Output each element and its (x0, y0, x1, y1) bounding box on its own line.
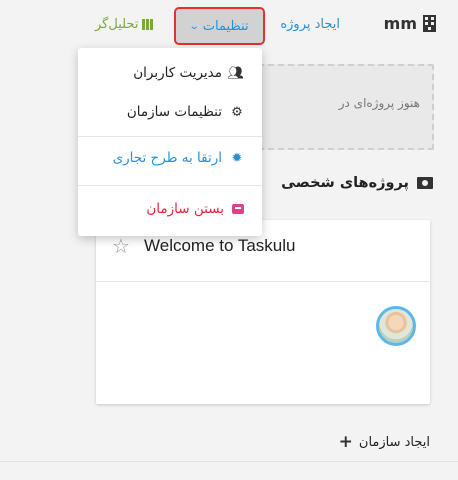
project-title[interactable]: Welcome to Taskulu (144, 236, 296, 256)
create-organization-label: ایجاد سازمان (358, 434, 430, 450)
create-organization-button[interactable]: ایجاد سازمان + (339, 432, 430, 452)
star-icon[interactable]: ☆ (112, 234, 130, 258)
chevron-down-icon: ⌄ (189, 20, 201, 32)
archive-box-icon (232, 204, 244, 214)
divider (0, 461, 458, 462)
organization-brand[interactable]: mm (384, 14, 436, 33)
settings-dropdown-button[interactable]: تنظیمات ⌄ (176, 9, 263, 43)
menu-item-label: ارتقا به طرح تجاری (112, 150, 222, 166)
personal-projects-heading: پروژه‌های شخصی (281, 175, 433, 191)
menu-divider (78, 185, 262, 186)
create-project-link[interactable]: ایجاد پروژه (280, 17, 340, 32)
badge-icon: ✹ (231, 150, 243, 166)
section-title: پروژه‌های شخصی (281, 175, 409, 191)
settings-label: تنظیمات (202, 18, 249, 34)
menu-item-label: مدیریت کاربران (133, 65, 222, 81)
analyst-link[interactable]: تحلیل‌گر (95, 17, 154, 32)
card-divider (96, 281, 430, 282)
menu-item-close-organization[interactable]: بستن سازمان (146, 201, 244, 217)
project-card[interactable]: ☆ Welcome to Taskulu (96, 220, 430, 404)
menu-item-upgrade[interactable]: ✹ ارتقا به طرح تجاری (113, 150, 244, 166)
empty-projects-text: هنوز پروژه‌ای در (338, 96, 420, 110)
menu-divider (78, 136, 262, 137)
empty-projects-placeholder: هنوز پروژه‌ای در (238, 64, 434, 150)
organization-name: mm (383, 14, 417, 33)
gears-icon: ⚙ (231, 104, 243, 120)
analyst-label: تحلیل‌گر (95, 17, 139, 32)
avatar[interactable] (376, 306, 416, 346)
building-icon (423, 15, 436, 32)
menu-item-organization-settings[interactable]: ⚙ تنظیمات سازمان (127, 104, 244, 120)
folder-user-icon (417, 177, 433, 189)
books-icon (142, 19, 154, 30)
menu-item-user-management[interactable]: 👥︎ مدیریت کاربران (133, 65, 244, 81)
menu-item-label: بستن سازمان (146, 201, 224, 217)
menu-item-label: تنظیمات سازمان (126, 104, 222, 120)
users-icon: 👥︎ (227, 65, 244, 81)
settings-dropdown-menu: 👥︎ مدیریت کاربران ⚙ تنظیمات سازمان ✹ ارت… (78, 48, 262, 236)
plus-icon: + (338, 432, 353, 452)
